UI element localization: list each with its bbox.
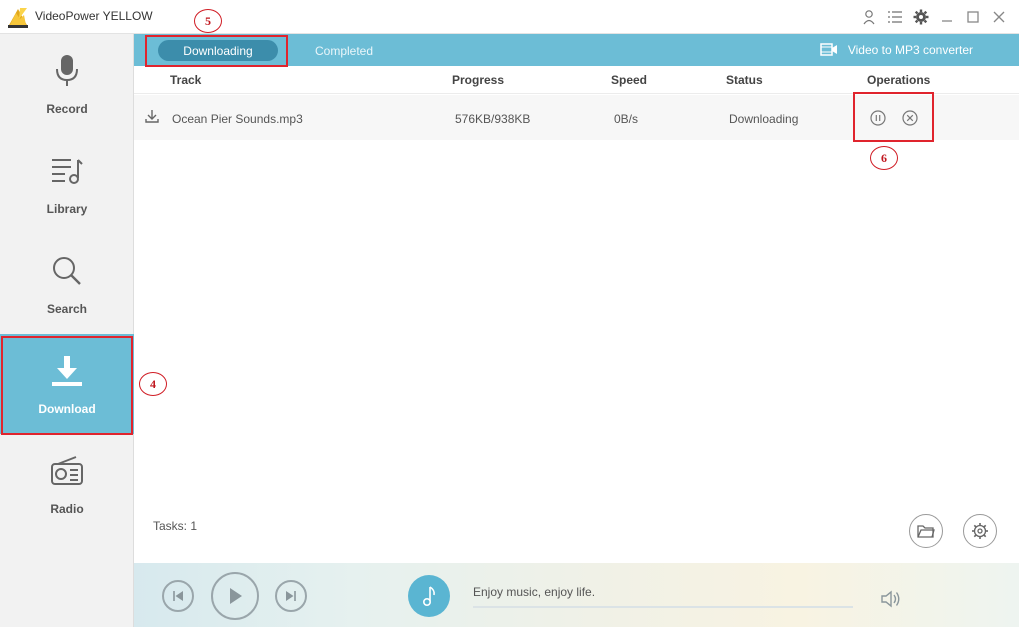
next-icon <box>286 591 296 601</box>
previous-track-button[interactable] <box>162 580 194 612</box>
player-bar: Enjoy music, enjoy life. <box>134 563 1019 627</box>
close-icon[interactable] <box>989 6 1009 28</box>
annotation-box-downloading-tab <box>145 35 288 67</box>
music-list-icon <box>50 154 84 188</box>
sidebar-item-label: Search <box>46 302 88 316</box>
annotation-box-download <box>1 336 133 435</box>
track-status: Downloading <box>729 112 799 126</box>
column-operations: Operations <box>867 73 931 87</box>
tab-completed[interactable]: Completed <box>294 40 394 61</box>
tasks-count: Tasks: 1 <box>153 519 198 533</box>
annotation-number-4: 4 <box>139 372 167 396</box>
gear-icon <box>972 523 988 539</box>
sidebar-item-library[interactable]: Library <box>0 134 134 234</box>
annotation-box-operations <box>853 92 934 142</box>
video-to-mp3-converter-button[interactable]: Video to MP3 converter <box>820 42 973 58</box>
sidebar-item-radio[interactable]: Radio <box>0 434 134 534</box>
account-icon[interactable] <box>859 6 879 28</box>
player-tagline: Enjoy music, enjoy life. <box>473 585 596 599</box>
magnifier-icon <box>50 254 84 288</box>
annotation-number-6: 6 <box>870 146 898 170</box>
next-track-button[interactable] <box>275 580 307 612</box>
column-progress: Progress <box>452 73 505 87</box>
sidebar-item-label: Record <box>46 102 88 116</box>
sidebar-item-label: Library <box>46 202 88 216</box>
download-arrow-icon <box>145 110 159 123</box>
previous-icon <box>173 591 183 601</box>
play-icon <box>230 588 242 604</box>
sidebar-item-search[interactable]: Search <box>0 234 134 334</box>
track-name: Ocean Pier Sounds.mp3 <box>172 112 303 126</box>
folder-icon <box>917 525 935 538</box>
minimize-icon[interactable] <box>937 6 957 28</box>
sidebar-item-label: Radio <box>50 502 84 516</box>
title-bar: VideoPower YELLOW <box>0 0 1019 34</box>
radio-icon <box>50 454 84 488</box>
column-speed: Speed <box>611 73 648 87</box>
annotation-number-5: 5 <box>194 9 222 33</box>
play-button[interactable] <box>211 572 259 620</box>
menu-list-icon[interactable] <box>885 6 905 28</box>
settings-gear-icon[interactable] <box>911 6 931 28</box>
microphone-icon <box>50 54 84 88</box>
table-header: Track Progress Speed Status Operations <box>134 66 1019 94</box>
track-progress: 576KB/938KB <box>455 112 531 126</box>
column-track: Track <box>170 73 202 87</box>
volume-icon[interactable] <box>880 589 902 609</box>
video-convert-icon <box>820 43 837 56</box>
column-status: Status <box>726 73 763 87</box>
playback-progress-bar[interactable] <box>473 606 853 608</box>
now-playing-artwork <box>408 575 450 617</box>
converter-label: Video to MP3 converter <box>847 43 973 57</box>
music-note-icon <box>423 586 435 607</box>
sidebar-item-record[interactable]: Record <box>0 34 134 134</box>
app-title: VideoPower YELLOW <box>35 9 153 23</box>
sidebar: Record Library Search Download Radio <box>0 34 134 627</box>
track-speed: 0B/s <box>614 112 639 126</box>
open-folder-button[interactable] <box>909 514 943 548</box>
app-logo-icon <box>8 8 28 28</box>
maximize-icon[interactable] <box>963 6 983 28</box>
download-settings-button[interactable] <box>963 514 997 548</box>
